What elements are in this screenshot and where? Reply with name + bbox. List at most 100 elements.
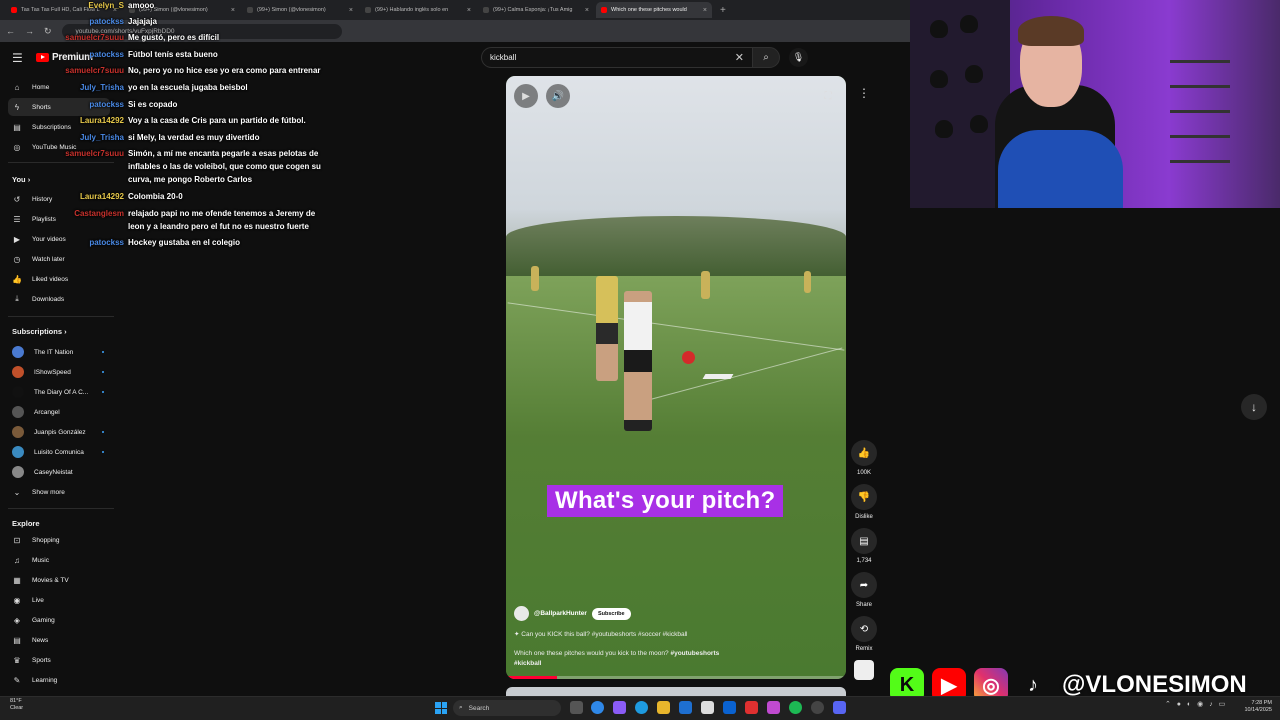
spotify-icon[interactable] <box>789 701 802 714</box>
video-description[interactable]: Which one these pitches would you kick t… <box>514 649 744 669</box>
browser-tab[interactable]: Which one these pitches would × <box>596 2 712 18</box>
streamer-hair <box>1018 16 1084 46</box>
play-button[interactable]: ▶ <box>514 84 538 108</box>
chrome-icon[interactable] <box>591 701 604 714</box>
sidebar-item-live[interactable]: ◉ Live <box>8 591 110 609</box>
obs-icon[interactable] <box>811 701 824 714</box>
cap <box>960 15 978 33</box>
taskbar-search[interactable]: ⌕ Search <box>453 700 561 716</box>
video-title-row[interactable]: ✦ Can you KICK this ball? #youtubeshorts… <box>514 630 687 638</box>
sidebar-item-learning[interactable]: ✎ Learning <box>8 671 110 689</box>
sidebar-subscription[interactable]: IShowSpeed <box>8 363 110 381</box>
next-video-button[interactable]: ↓ <box>1241 394 1267 420</box>
cap <box>965 65 983 83</box>
volume-button[interactable]: 🔊 <box>546 84 570 108</box>
sidebar-item-liked[interactable]: 👍 Liked videos <box>8 270 110 288</box>
weather-desc: Clear <box>10 705 24 711</box>
app-icon[interactable] <box>613 701 626 714</box>
audio-source-avatar[interactable] <box>854 660 874 680</box>
remix-button[interactable]: ⟲ Remix <box>851 616 877 652</box>
chat-username: patockss <box>89 17 124 26</box>
sidebar-item-label: Shopping <box>32 536 60 544</box>
comments-count: 1,734 <box>856 558 872 564</box>
shoe-rack <box>1170 60 1230 180</box>
subscriptions-section-title[interactable]: Subscriptions › <box>12 327 67 336</box>
movies-icon: ▦ <box>13 575 21 585</box>
sidebar-subscription[interactable]: The Diary Of A C... <box>8 383 110 401</box>
new-content-dot <box>102 451 104 453</box>
discord-icon[interactable] <box>833 701 846 714</box>
fullscreen-button[interactable]: ⛶ <box>816 84 840 108</box>
tab-close-icon[interactable]: × <box>703 7 707 14</box>
dropbox-icon[interactable] <box>723 701 736 714</box>
chat-text: si Mely, la verdad es muy divertido <box>128 133 260 142</box>
search-input[interactable]: kickball ✕ <box>481 47 752 68</box>
tab-close-icon[interactable]: × <box>585 7 589 14</box>
sidebar-item-label: Sports <box>32 656 51 664</box>
outfielder-figure <box>531 266 539 291</box>
channel-avatar[interactable] <box>514 606 529 621</box>
chat-username: July_Trisha <box>79 83 124 92</box>
sidebar-subscription[interactable]: Arcangel <box>8 403 110 421</box>
sidebar-item-news[interactable]: ▤ News <box>8 631 110 649</box>
edge-icon[interactable] <box>635 701 648 714</box>
sidebar-item-movies[interactable]: ▦ Movies & TV <box>8 571 110 589</box>
app-icon[interactable] <box>767 701 780 714</box>
outfielder-figure <box>701 271 710 299</box>
mic-icon: 🎙 <box>792 52 805 62</box>
task-view-icon[interactable] <box>570 701 583 714</box>
taskbar-clock[interactable]: 7:28 PM 10/14/2025 <box>1232 700 1272 714</box>
subscription-label: Luisito Comunica <box>34 448 84 456</box>
browser-tab[interactable]: (99+) Calma Esponja: ¡Tus Amig × <box>478 2 594 18</box>
system-tray[interactable]: ⌃ ● ◐ ◉ ♪ ▭ <box>1165 700 1227 708</box>
description-text: Which one these pitches would you kick t… <box>514 650 669 657</box>
windows-start-icon[interactable] <box>435 702 447 714</box>
voice-search-button[interactable]: 🎙 <box>789 48 808 67</box>
app-icon[interactable] <box>701 701 714 714</box>
sidebar-item-shopping[interactable]: ⊡ Shopping <box>8 531 110 549</box>
search-button[interactable]: ⌕ <box>752 47 780 68</box>
subscriptions-title-text: Subscriptions <box>12 327 63 336</box>
sports-icon: ♛ <box>13 655 21 665</box>
comment-icon: ▤ <box>851 528 877 554</box>
chat-username: samuelcr7suuu <box>65 66 124 75</box>
sidebar-subscription[interactable]: Juanpis González <box>8 423 110 441</box>
video-progress-bar[interactable] <box>506 676 846 679</box>
clear-search-icon[interactable]: ✕ <box>735 51 744 64</box>
app-icon[interactable] <box>745 701 758 714</box>
subscribe-button[interactable]: Subscribe <box>591 607 631 620</box>
weather-widget[interactable]: 81°F Clear <box>10 698 23 712</box>
subscription-label: Arcangel <box>34 408 60 416</box>
chat-text: Fútbol tenís esta bueno <box>128 50 218 59</box>
sidebar-item-music-note[interactable]: ♫ Music <box>8 551 110 569</box>
share-button[interactable]: ➦ Share <box>851 572 877 608</box>
browser-tab[interactable]: (99+) Hablando inglés solo en × <box>360 2 476 18</box>
tab-close-icon[interactable]: × <box>349 7 353 14</box>
chat-text: amooo <box>128 1 155 10</box>
cap <box>970 115 988 133</box>
chat-text: Simón, a mí me encanta pegarle a esas pe… <box>128 149 321 184</box>
tab-label: Which one these pitches would <box>611 7 687 13</box>
sidebar-subscription[interactable]: The IT Nation <box>8 343 110 361</box>
tab-close-icon[interactable]: × <box>467 7 471 14</box>
outlook-icon[interactable] <box>679 701 692 714</box>
like-button[interactable]: 👍 100K <box>851 440 877 476</box>
file-explorer-icon[interactable] <box>657 701 670 714</box>
show-more-button[interactable]: ⌄ Show more <box>8 483 110 501</box>
dislike-button[interactable]: 👎 Dislike <box>851 484 877 520</box>
more-options-icon[interactable]: ⋮ <box>856 86 872 104</box>
sidebar-item-sports[interactable]: ♛ Sports <box>8 651 110 669</box>
sidebar-item-downloads[interactable]: ⤓ Downloads <box>8 290 110 308</box>
search-icon: ⌕ <box>763 52 769 63</box>
stream-chat-overlay: Evelyn_S amooo patockss Jajajaja samuelcr7su… <box>0 0 340 260</box>
channel-name[interactable]: @BallparkHunter <box>534 610 587 617</box>
comments-button[interactable]: ▤ 1,734 <box>851 528 877 564</box>
shorts-player[interactable]: ▶ 🔊 ⛶ What's your pitch? @BallparkHunter… <box>506 76 846 679</box>
new-tab-icon[interactable]: + <box>714 5 726 16</box>
sidebar-subscription[interactable]: Luisito Comunica <box>8 443 110 461</box>
chat-text: Colombia 20-0 <box>128 192 183 201</box>
downloads-icon: ⤓ <box>15 294 19 303</box>
sidebar-subscription[interactable]: CaseyNeistat <box>8 463 110 481</box>
sidebar-item-gaming[interactable]: ◈ Gaming <box>8 611 110 629</box>
new-content-dot <box>102 351 104 353</box>
